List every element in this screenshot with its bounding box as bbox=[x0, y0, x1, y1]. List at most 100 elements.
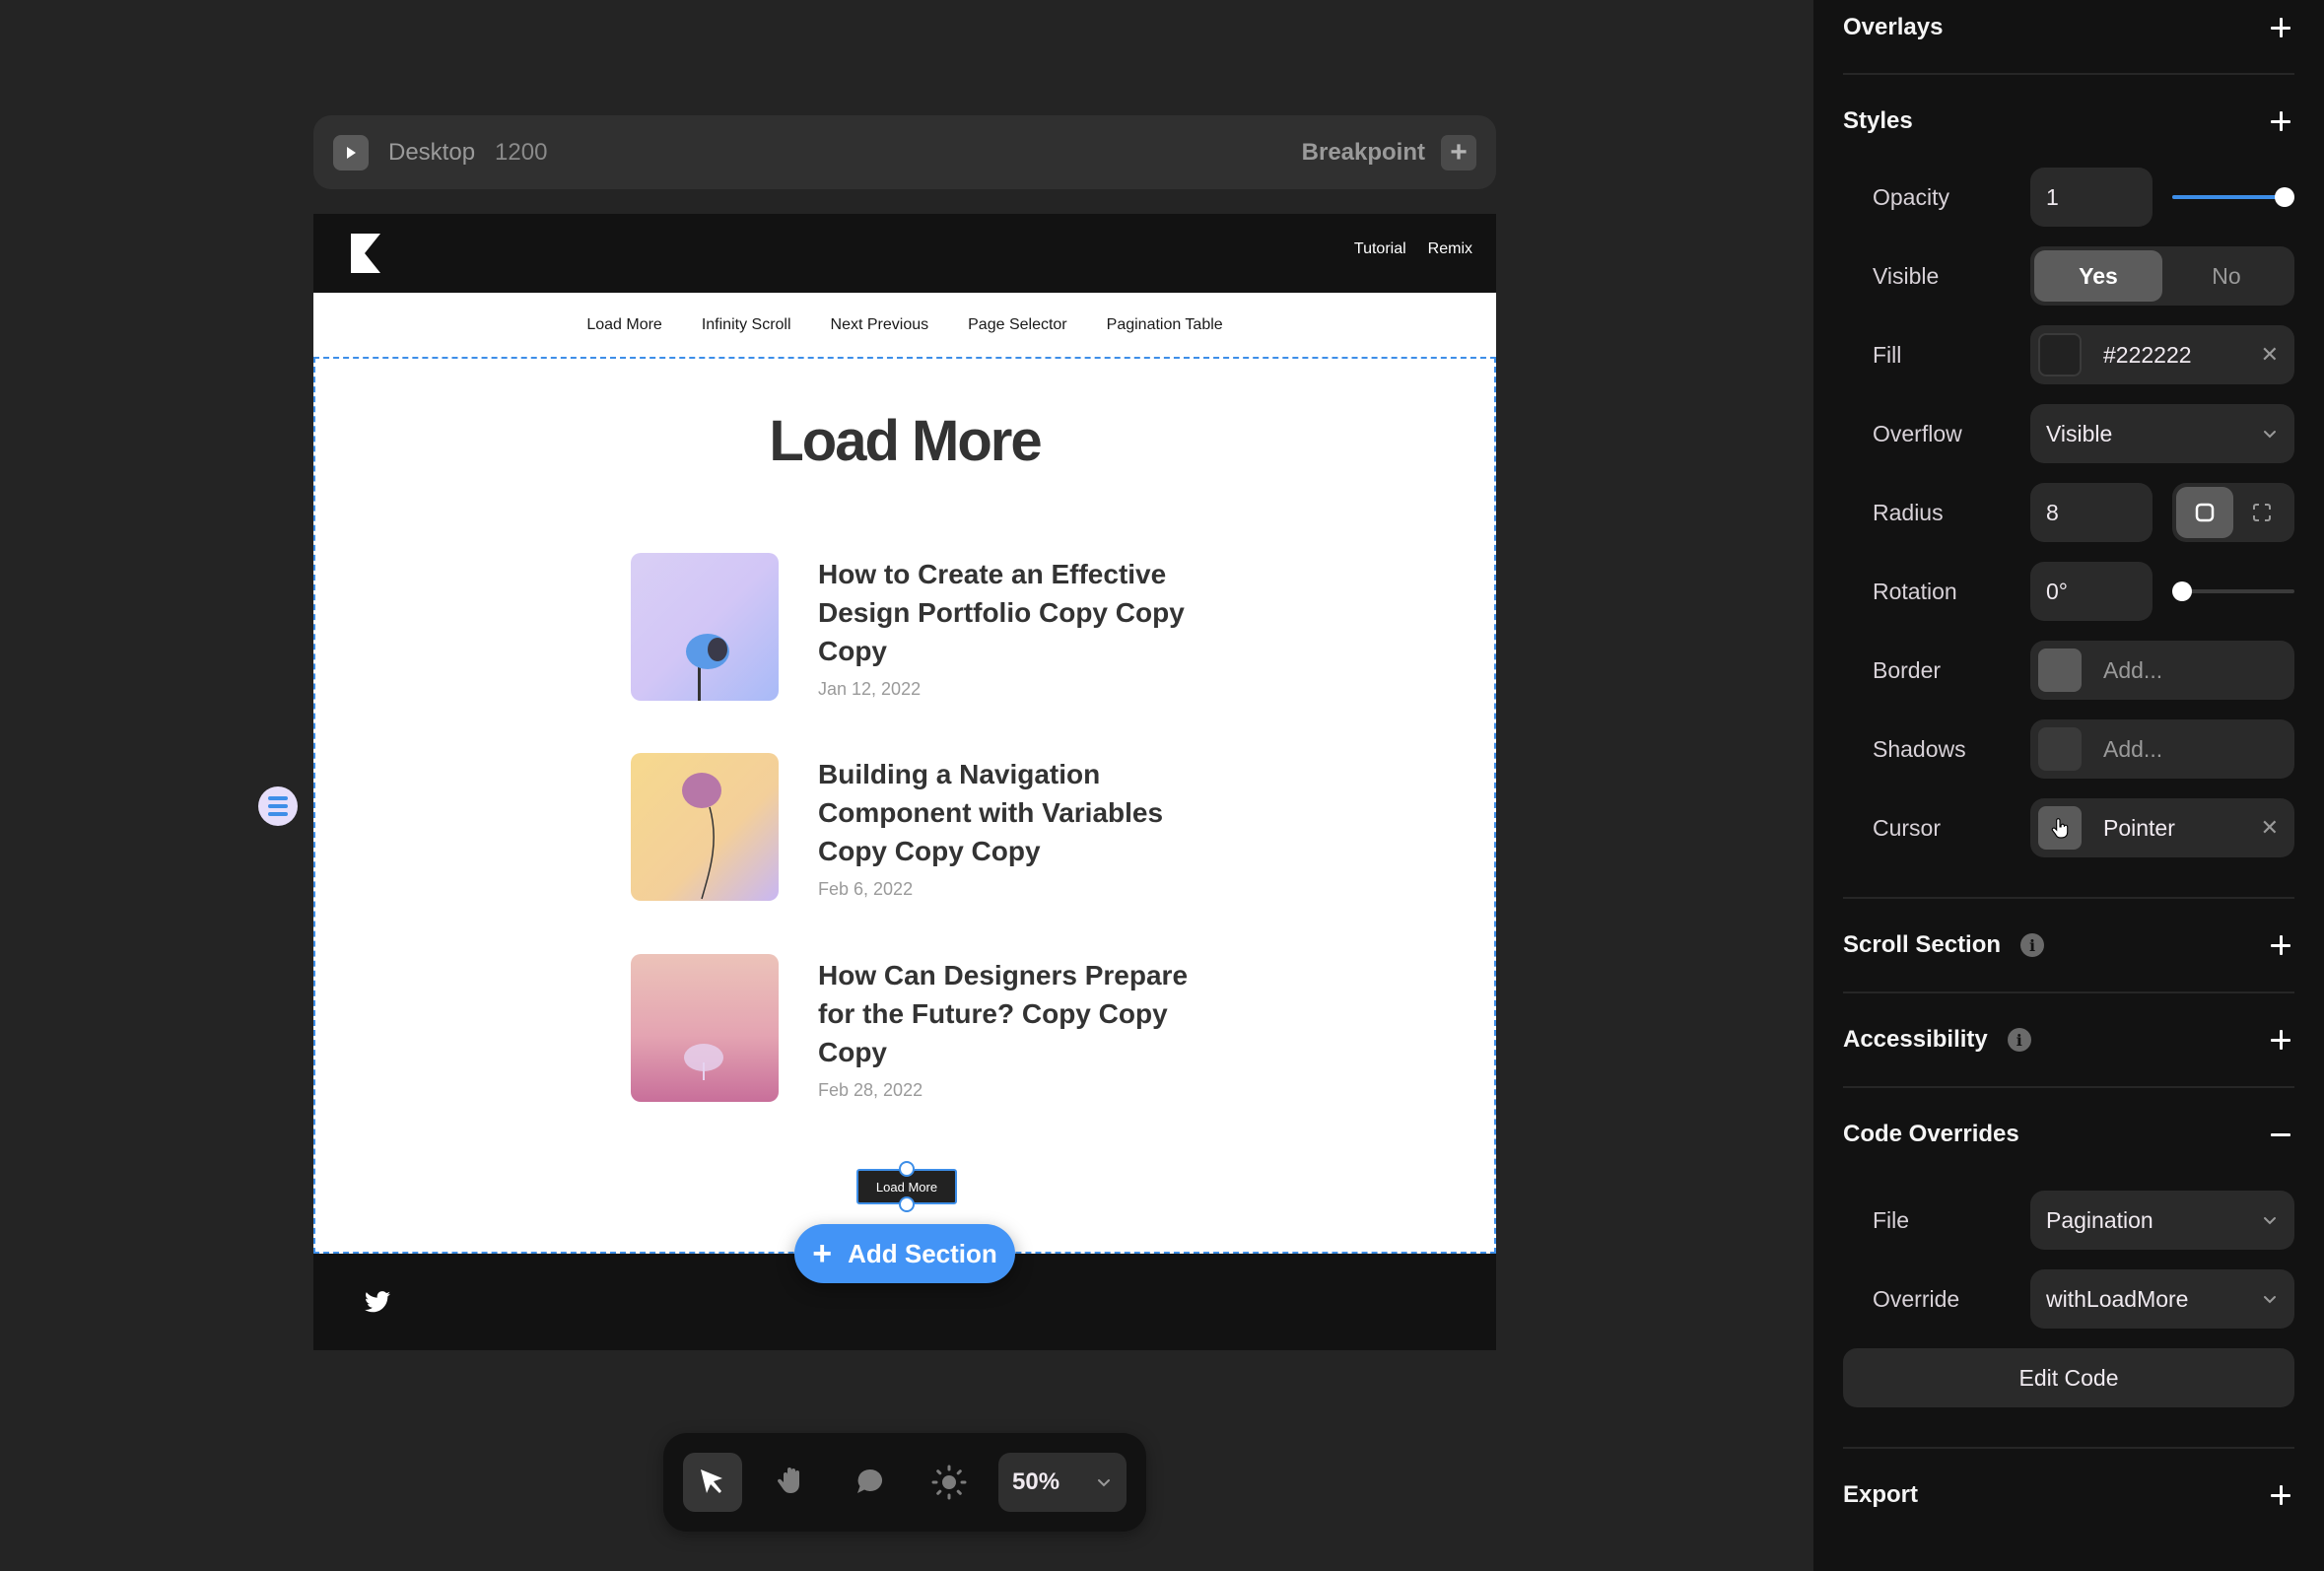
border-swatch bbox=[2038, 649, 2082, 692]
visible-label: Visible bbox=[1873, 263, 1940, 289]
section-scroll-section[interactable]: Scroll Section i bbox=[1843, 925, 2294, 965]
file-select[interactable]: Pagination bbox=[2030, 1191, 2294, 1250]
divider bbox=[1843, 897, 2294, 899]
fill-color-swatch[interactable] bbox=[2038, 333, 2082, 376]
info-icon[interactable]: i bbox=[2020, 933, 2045, 957]
nav-link-pagination-table[interactable]: Pagination Table bbox=[1107, 316, 1223, 334]
nav-link-infinity-scroll[interactable]: Infinity Scroll bbox=[702, 316, 791, 334]
edit-code-button[interactable]: Edit Code bbox=[1843, 1348, 2294, 1407]
plus-icon[interactable] bbox=[2271, 1028, 2294, 1052]
post-thumbnail bbox=[631, 753, 779, 901]
resize-handle-bottom[interactable] bbox=[899, 1196, 915, 1212]
post-title[interactable]: How to Create an Effective Design Portfo… bbox=[818, 555, 1212, 670]
nav-link-load-more[interactable]: Load More bbox=[586, 316, 662, 334]
slider-knob[interactable] bbox=[2275, 187, 2294, 207]
post-title[interactable]: Building a Navigation Component with Var… bbox=[818, 755, 1212, 870]
overflow-value: Visible bbox=[2046, 420, 2113, 446]
opacity-slider[interactable] bbox=[2172, 168, 2294, 227]
post-date: Feb 6, 2022 bbox=[818, 879, 914, 899]
tool-comment[interactable] bbox=[841, 1453, 900, 1512]
file-value: Pagination bbox=[2046, 1206, 2153, 1233]
post-title[interactable]: How Can Designers Prepare for the Future… bbox=[818, 956, 1212, 1071]
visible-row: Visible Yes No bbox=[1843, 246, 2294, 306]
site-frame[interactable]: Tutorial Remix Load More Infinity Scroll… bbox=[313, 214, 1496, 1350]
plus-icon[interactable] bbox=[2271, 933, 2294, 957]
nav-link-page-selector[interactable]: Page Selector bbox=[968, 316, 1067, 334]
opacity-input[interactable]: 1 bbox=[2030, 168, 2153, 227]
post-thumbnail bbox=[631, 553, 779, 701]
site-header: Tutorial Remix bbox=[313, 214, 1496, 293]
minus-icon[interactable] bbox=[2271, 1123, 2294, 1146]
section-menu-handle[interactable] bbox=[258, 786, 298, 826]
section-accessibility[interactable]: Accessibility i bbox=[1843, 1020, 2294, 1059]
add-section-button[interactable]: + Add Section bbox=[794, 1224, 1015, 1283]
fill-input[interactable]: #222222 ✕ bbox=[2030, 325, 2294, 384]
visible-yes-option[interactable]: Yes bbox=[2034, 250, 2162, 302]
nav-link-next-previous[interactable]: Next Previous bbox=[831, 316, 929, 334]
breakpoint-width: 1200 bbox=[495, 138, 548, 166]
selected-section[interactable]: Load More How to Create an Effective Des… bbox=[313, 357, 1496, 1254]
divider bbox=[1843, 1086, 2294, 1088]
play-icon bbox=[347, 146, 356, 159]
border-placeholder: Add... bbox=[2103, 656, 2163, 683]
radius-input[interactable]: 8 bbox=[2030, 483, 2153, 542]
slider-fill bbox=[2172, 195, 2285, 199]
site-nav: Load More Infinity Scroll Next Previous … bbox=[313, 293, 1496, 357]
plus-icon: + bbox=[1450, 135, 1468, 169]
overflow-select[interactable]: Visible bbox=[2030, 404, 2294, 463]
preview-play-button[interactable] bbox=[333, 134, 369, 171]
override-select[interactable]: withLoadMore bbox=[2030, 1269, 2294, 1329]
plus-icon: + bbox=[812, 1235, 833, 1272]
plus-icon[interactable] bbox=[2271, 1483, 2294, 1507]
breakpoint-label[interactable]: Breakpoint bbox=[1302, 139, 1425, 167]
breakpoint-bar: Desktop 1200 Breakpoint + bbox=[313, 115, 1496, 189]
header-link-remix[interactable]: Remix bbox=[1428, 240, 1472, 258]
opacity-label: Opacity bbox=[1873, 184, 1949, 210]
slider-knob[interactable] bbox=[2172, 581, 2192, 601]
rotation-slider[interactable] bbox=[2172, 562, 2294, 621]
zoom-select[interactable]: 50% bbox=[998, 1453, 1127, 1512]
site-logo-icon[interactable] bbox=[351, 234, 380, 273]
menu-icon bbox=[268, 796, 288, 800]
breakpoint-device[interactable]: Desktop bbox=[388, 139, 475, 167]
visible-no-option[interactable]: No bbox=[2162, 250, 2290, 302]
pointer-hand-icon bbox=[2051, 818, 2069, 839]
info-icon[interactable]: i bbox=[2007, 1028, 2031, 1052]
header-link-tutorial[interactable]: Tutorial bbox=[1354, 240, 1406, 258]
override-value: withLoadMore bbox=[2046, 1285, 2189, 1312]
close-icon[interactable]: ✕ bbox=[2261, 815, 2279, 841]
section-overlays[interactable]: Overlays bbox=[1843, 8, 2294, 47]
shadows-input[interactable]: Add... bbox=[2030, 719, 2294, 779]
section-export[interactable]: Export bbox=[1843, 1475, 2294, 1515]
fill-value: #222222 bbox=[2103, 341, 2192, 368]
plus-icon[interactable] bbox=[2271, 109, 2294, 133]
tool-select[interactable] bbox=[683, 1453, 742, 1512]
section-styles[interactable]: Styles bbox=[1843, 102, 2294, 141]
opacity-row: Opacity 1 bbox=[1843, 168, 2294, 227]
plus-icon[interactable] bbox=[2271, 16, 2294, 39]
rotation-input[interactable]: 0° bbox=[2030, 562, 2153, 621]
hand-icon bbox=[777, 1468, 799, 1493]
section-code-overrides[interactable]: Code Overrides bbox=[1843, 1115, 2294, 1154]
post-date: Jan 12, 2022 bbox=[818, 679, 922, 699]
canvas[interactable]: Desktop 1200 Breakpoint + Tutorial Remix… bbox=[0, 0, 1813, 1571]
cursor-arrow-icon bbox=[701, 1469, 722, 1493]
post-item[interactable]: Building a Navigation Component with Var… bbox=[631, 753, 1222, 906]
close-icon[interactable]: ✕ bbox=[2261, 342, 2279, 368]
add-breakpoint-button[interactable]: + bbox=[1441, 134, 1476, 171]
post-item[interactable]: How to Create an Effective Design Portfo… bbox=[631, 553, 1222, 706]
cursor-label: Cursor bbox=[1873, 815, 1942, 841]
file-row: File Pagination bbox=[1843, 1191, 2294, 1250]
radius-uniform-option[interactable] bbox=[2176, 487, 2233, 538]
cursor-input[interactable]: Pointer ✕ bbox=[2030, 798, 2294, 857]
corners-icon bbox=[2253, 504, 2271, 521]
radius-individual-option[interactable] bbox=[2233, 487, 2290, 538]
canvas-toolbar: 50% bbox=[663, 1433, 1146, 1532]
post-thumbnail bbox=[631, 954, 779, 1102]
tool-theme[interactable] bbox=[920, 1453, 979, 1512]
border-input[interactable]: Add... bbox=[2030, 641, 2294, 700]
post-item[interactable]: How Can Designers Prepare for the Future… bbox=[631, 954, 1222, 1107]
tool-hand[interactable] bbox=[762, 1453, 821, 1512]
resize-handle-top[interactable] bbox=[899, 1161, 915, 1177]
twitter-icon[interactable] bbox=[365, 1291, 390, 1313]
